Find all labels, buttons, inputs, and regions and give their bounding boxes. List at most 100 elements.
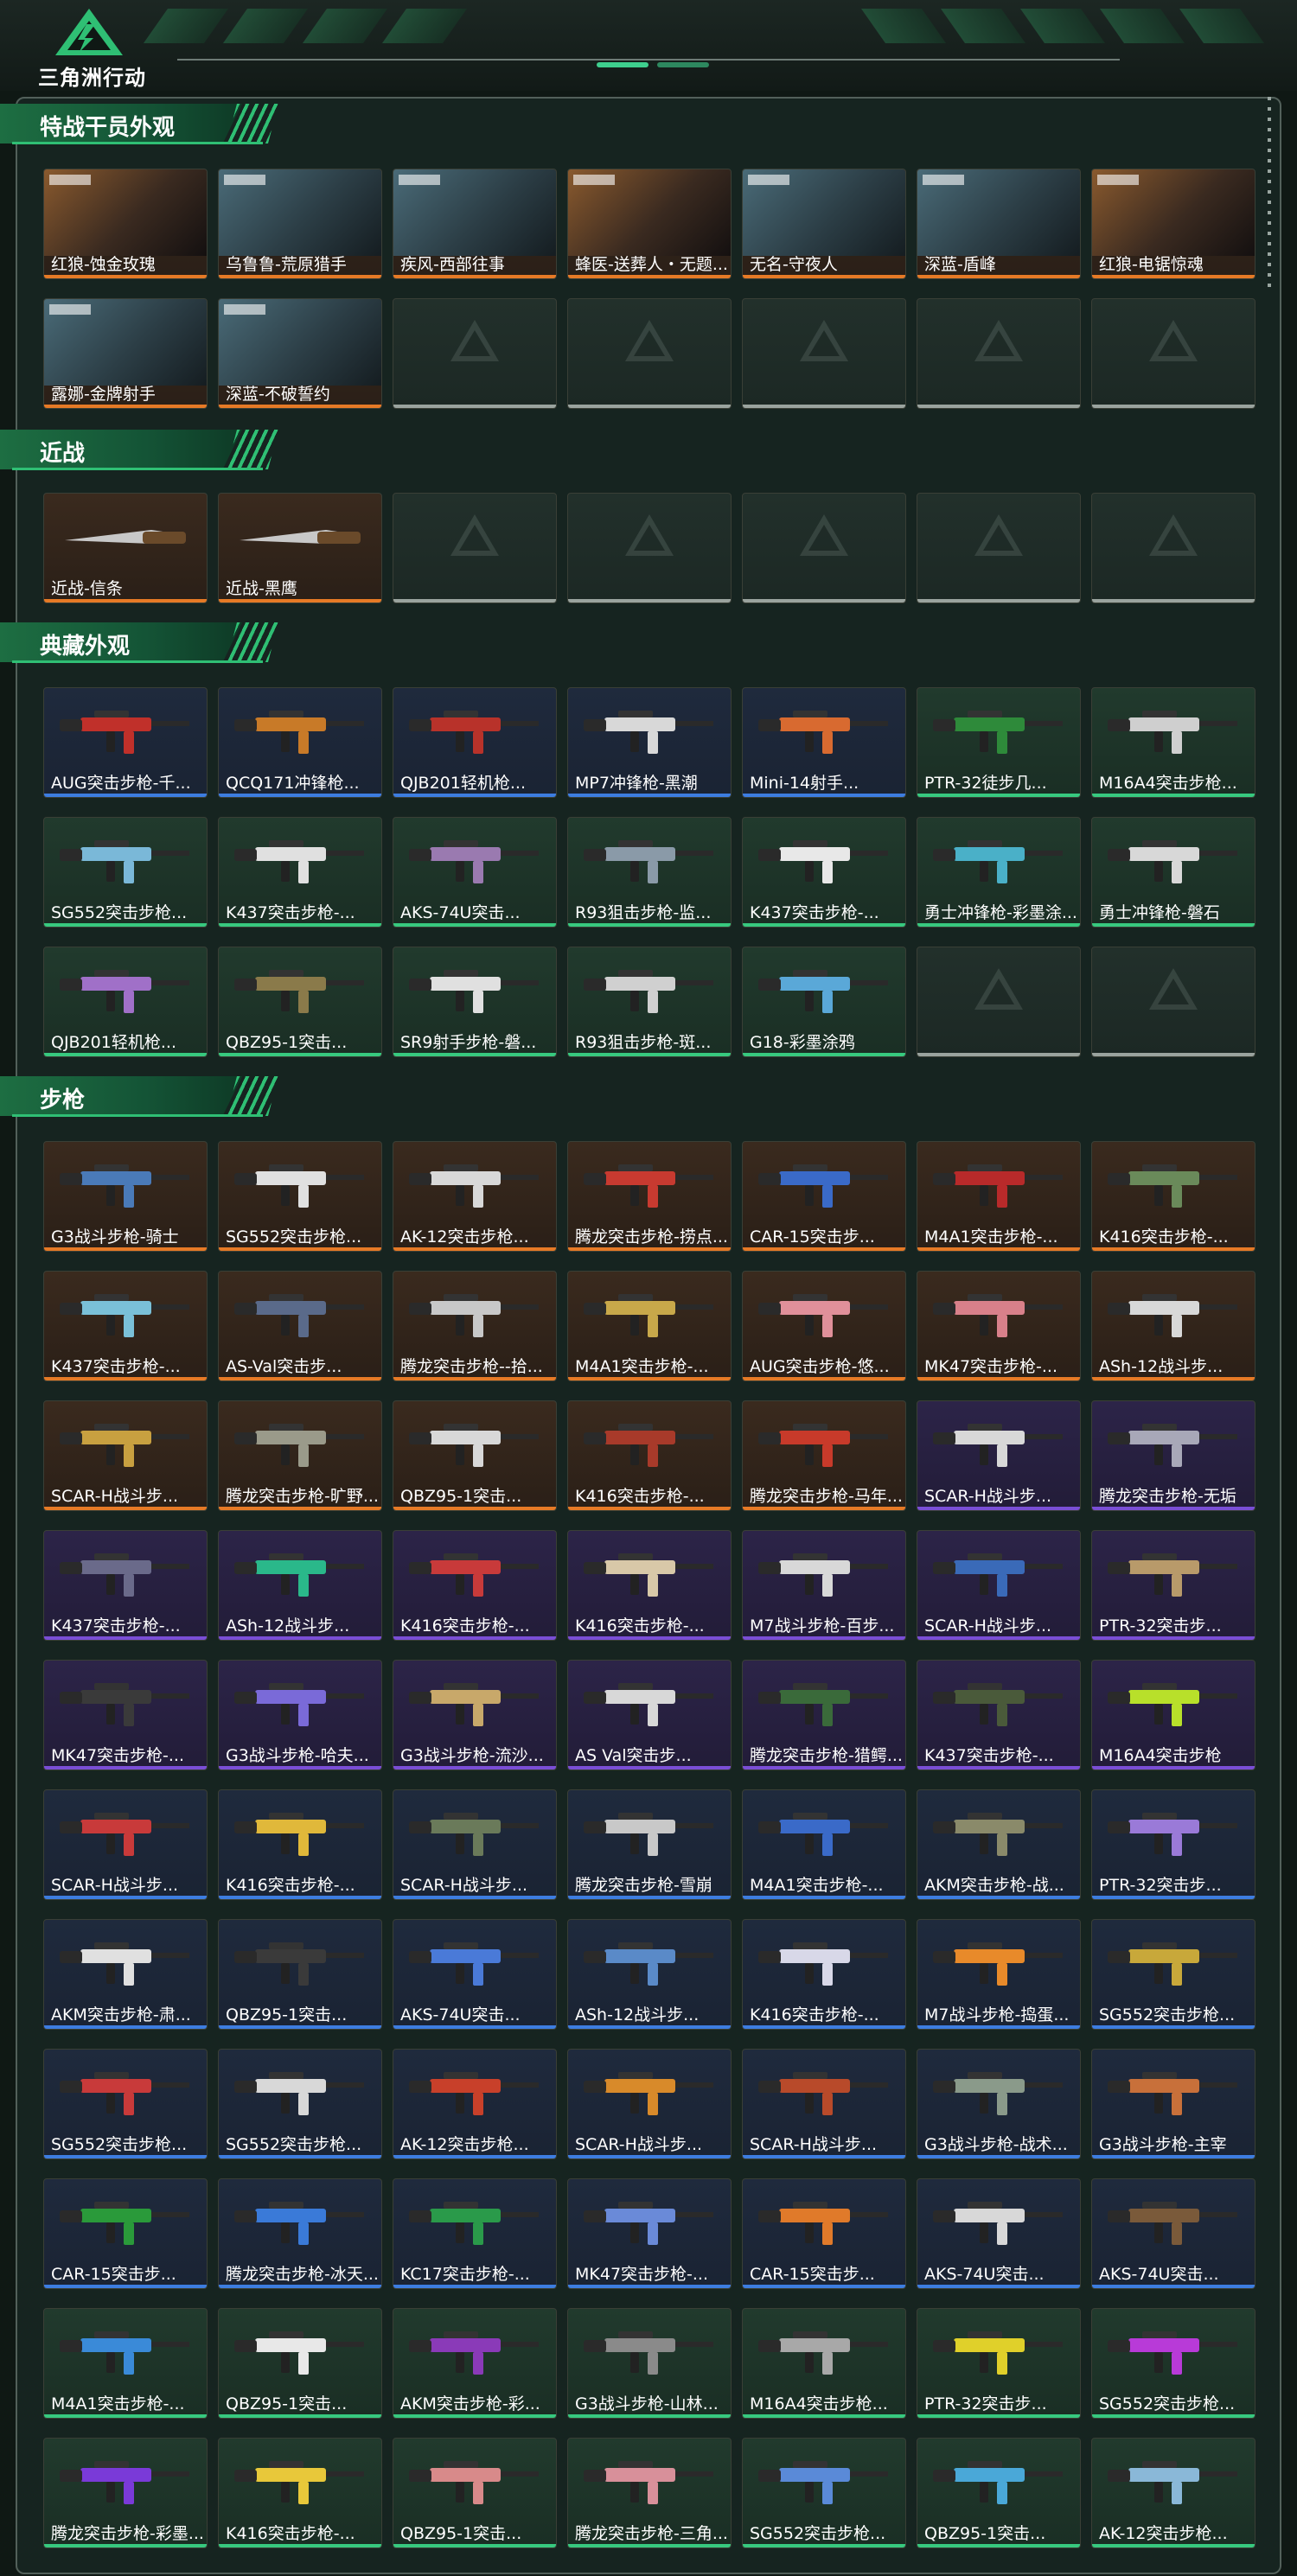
collection-item-card[interactable]: SCAR-H战斗步...: [742, 2049, 906, 2159]
collection-item-card[interactable]: K416突击步枪-...: [218, 2438, 382, 2548]
collection-item-card[interactable]: ASh-12战斗步...: [218, 1530, 382, 1641]
collection-item-card[interactable]: PTR-32徒步几...: [917, 687, 1081, 798]
collection-item-card[interactable]: AKS-74U突击...: [1091, 2178, 1255, 2289]
collection-item-card[interactable]: R93狙击步枪-斑...: [567, 947, 732, 1057]
collection-item-card[interactable]: AUG突击步枪-千...: [43, 687, 208, 798]
collection-item-card[interactable]: G3战斗步枪-流沙...: [393, 1660, 557, 1770]
collection-item-card[interactable]: 腾龙突击步枪-雪崩: [567, 1789, 732, 1900]
collection-item-card[interactable]: AKS-74U突击...: [393, 1919, 557, 2030]
collection-item-card[interactable]: MK47突击步枪-...: [917, 1271, 1081, 1381]
collection-item-card[interactable]: G3战斗步枪-哈夫...: [218, 1660, 382, 1770]
collection-item-card[interactable]: SCAR-H战斗步...: [917, 1400, 1081, 1511]
collection-item-card[interactable]: SG552突击步枪...: [1091, 2308, 1255, 2419]
collection-item-card[interactable]: 疾风-西部往事: [393, 169, 557, 279]
collection-item-card[interactable]: 腾龙突击步枪-三角...: [567, 2438, 732, 2548]
collection-item-card[interactable]: K416突击步枪-...: [742, 1919, 906, 2030]
collection-item-card[interactable]: AS Val突击步...: [567, 1660, 732, 1770]
collection-item-card[interactable]: 腾龙突击步枪-捞点...: [567, 1141, 732, 1252]
collection-item-card[interactable]: M16A4突击步枪: [1091, 1660, 1255, 1770]
collection-item-card[interactable]: M7战斗步枪-捣蛋...: [917, 1919, 1081, 2030]
collection-item-card[interactable]: SCAR-H战斗步...: [567, 2049, 732, 2159]
collection-item-card[interactable]: QBZ95-1突击...: [917, 2438, 1081, 2548]
collection-item-card[interactable]: MP7冲锋枪-黑潮: [567, 687, 732, 798]
collection-item-card[interactable]: M4A1突击步枪-...: [43, 2308, 208, 2419]
collection-item-card[interactable]: QJB201轻机枪...: [393, 687, 557, 798]
collection-item-card[interactable]: SG552突击步枪...: [218, 1141, 382, 1252]
collection-item-card[interactable]: K437突击步枪-...: [43, 1530, 208, 1641]
collection-item-card[interactable]: M16A4突击步枪...: [742, 2308, 906, 2419]
collection-item-card[interactable]: QBZ95-1突击...: [393, 1400, 557, 1511]
collection-item-card[interactable]: PTR-32突击步...: [1091, 1789, 1255, 1900]
collection-item-card[interactable]: QCQ171冲锋枪...: [218, 687, 382, 798]
collection-item-card[interactable]: G18-彩墨涂鸦: [742, 947, 906, 1057]
collection-item-card[interactable]: AK-12突击步枪...: [393, 1141, 557, 1252]
collection-item-card[interactable]: CAR-15突击步...: [742, 1141, 906, 1252]
collection-item-card[interactable]: M7战斗步枪-百步...: [742, 1530, 906, 1641]
collection-item-card[interactable]: 腾龙突击步枪-旷野...: [218, 1400, 382, 1511]
collection-item-card[interactable]: G3战斗步枪-山林...: [567, 2308, 732, 2419]
collection-item-card[interactable]: ASh-12战斗步...: [1091, 1271, 1255, 1381]
collection-item-card[interactable]: 腾龙突击步枪-无垢: [1091, 1400, 1255, 1511]
collection-item-card[interactable]: SCAR-H战斗步...: [43, 1789, 208, 1900]
collection-item-card[interactable]: G3战斗步枪-战术...: [917, 2049, 1081, 2159]
collection-item-card[interactable]: Mini-14射手...: [742, 687, 906, 798]
collection-item-card[interactable]: 蜂医-送葬人・无题...: [567, 169, 732, 279]
collection-item-card[interactable]: SCAR-H战斗步...: [43, 1400, 208, 1511]
collection-item-card[interactable]: K437突击步枪-...: [917, 1660, 1081, 1770]
collection-item-card[interactable]: AUG突击步枪-悠...: [742, 1271, 906, 1381]
collection-item-card[interactable]: K437突击步枪-...: [218, 817, 382, 928]
collection-item-card[interactable]: 腾龙突击步枪-马年...: [742, 1400, 906, 1511]
collection-item-card[interactable]: 勇士冲锋枪-彩墨涂...: [917, 817, 1081, 928]
collection-item-card[interactable]: AKM突击步枪-肃...: [43, 1919, 208, 2030]
collection-item-card[interactable]: 深蓝-盾峰: [917, 169, 1081, 279]
collection-item-card[interactable]: MK47突击步枪-...: [567, 2178, 732, 2289]
collection-item-card[interactable]: AK-12突击步枪...: [393, 2049, 557, 2159]
collection-item-card[interactable]: SG552突击步枪...: [43, 817, 208, 928]
collection-item-card[interactable]: KC17突击步枪-...: [393, 2178, 557, 2289]
collection-item-card[interactable]: AKM突击步枪-彩...: [393, 2308, 557, 2419]
collection-item-card[interactable]: 腾龙突击步枪-彩墨...: [43, 2438, 208, 2548]
collection-item-card[interactable]: G3战斗步枪-骑士: [43, 1141, 208, 1252]
collection-item-card[interactable]: 深蓝-不破誓约: [218, 298, 382, 409]
collection-item-card[interactable]: SG552突击步枪...: [218, 2049, 382, 2159]
collection-item-card[interactable]: 近战-信条: [43, 493, 208, 603]
collection-item-card[interactable]: 乌鲁鲁-荒原猎手: [218, 169, 382, 279]
collection-item-card[interactable]: AK-12突击步枪...: [1091, 2438, 1255, 2548]
collection-item-card[interactable]: M16A4突击步枪...: [1091, 687, 1255, 798]
collection-item-card[interactable]: MK47突击步枪-...: [43, 1660, 208, 1770]
collection-item-card[interactable]: 勇士冲锋枪-磐石: [1091, 817, 1255, 928]
collection-item-card[interactable]: SR9射手步枪-磐...: [393, 947, 557, 1057]
collection-item-card[interactable]: SG552突击步枪...: [43, 2049, 208, 2159]
collection-item-card[interactable]: M4A1突击步枪-...: [742, 1789, 906, 1900]
collection-item-card[interactable]: K416突击步枪-...: [567, 1400, 732, 1511]
collection-item-card[interactable]: SG552突击步枪...: [1091, 1919, 1255, 2030]
collection-item-card[interactable]: QBZ95-1突击...: [218, 2308, 382, 2419]
collection-item-card[interactable]: K416突击步枪-...: [567, 1530, 732, 1641]
collection-item-card[interactable]: 腾龙突击步枪--拾...: [393, 1271, 557, 1381]
collection-item-card[interactable]: ASh-12战斗步...: [567, 1919, 732, 2030]
collection-item-card[interactable]: SCAR-H战斗步...: [393, 1789, 557, 1900]
collection-item-card[interactable]: K416突击步枪-...: [393, 1530, 557, 1641]
collection-item-card[interactable]: K416突击步枪-...: [1091, 1141, 1255, 1252]
collection-item-card[interactable]: SG552突击步枪...: [742, 2438, 906, 2548]
collection-item-card[interactable]: QBZ95-1突击...: [218, 947, 382, 1057]
collection-item-card[interactable]: 红狼-蚀金玫瑰: [43, 169, 208, 279]
collection-item-card[interactable]: 露娜-金牌射手: [43, 298, 208, 409]
collection-item-card[interactable]: AKS-74U突击...: [393, 817, 557, 928]
collection-item-card[interactable]: R93狙击步枪-监...: [567, 817, 732, 928]
collection-item-card[interactable]: 腾龙突击步枪-冰天...: [218, 2178, 382, 2289]
collection-item-card[interactable]: CAR-15突击步...: [43, 2178, 208, 2289]
collection-item-card[interactable]: K437突击步枪-...: [43, 1271, 208, 1381]
collection-item-card[interactable]: QBZ95-1突击...: [218, 1919, 382, 2030]
collection-item-card[interactable]: AS-Val突击步...: [218, 1271, 382, 1381]
collection-item-card[interactable]: QBZ95-1突击...: [393, 2438, 557, 2548]
collection-item-card[interactable]: QJB201轻机枪...: [43, 947, 208, 1057]
collection-item-card[interactable]: SCAR-H战斗步...: [917, 1530, 1081, 1641]
collection-item-card[interactable]: M4A1突击步枪-...: [917, 1141, 1081, 1252]
collection-item-card[interactable]: K416突击步枪-...: [218, 1789, 382, 1900]
collection-item-card[interactable]: G3战斗步枪-主宰: [1091, 2049, 1255, 2159]
collection-item-card[interactable]: 红狼-电锯惊魂: [1091, 169, 1255, 279]
collection-item-card[interactable]: K437突击步枪-...: [742, 817, 906, 928]
collection-item-card[interactable]: M4A1突击步枪-...: [567, 1271, 732, 1381]
collection-item-card[interactable]: 近战-黑鹰: [218, 493, 382, 603]
